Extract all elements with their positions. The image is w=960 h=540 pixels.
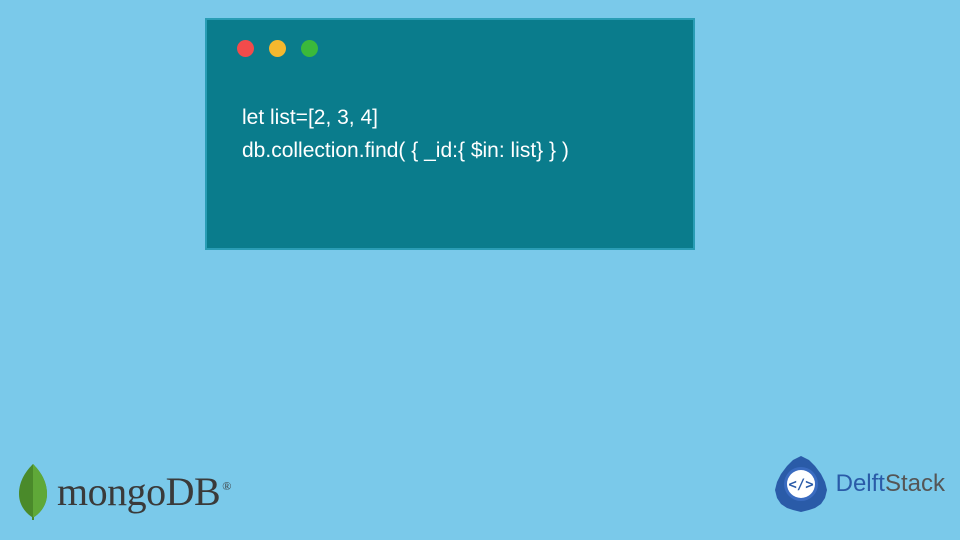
- stack-word: Stack: [885, 470, 945, 497]
- mongodb-logo: mongoDB®: [15, 462, 231, 520]
- window-controls: [207, 20, 693, 57]
- window-minimize-icon: [269, 40, 286, 57]
- window-close-icon: [237, 40, 254, 57]
- delft-word: Delft: [836, 470, 885, 497]
- code-line-1: let list=[2, 3, 4]: [242, 102, 658, 135]
- window-maximize-icon: [301, 40, 318, 57]
- mongodb-leaf-icon: [15, 462, 51, 520]
- mongodb-wordmark: mongoDB: [57, 469, 220, 514]
- delftstack-text: DelftStack: [836, 470, 945, 498]
- delftstack-icon: </>: [770, 453, 832, 515]
- svg-text:</>: </>: [788, 477, 813, 493]
- code-line-2: db.collection.find( { _id:{ $in: list} }…: [242, 135, 658, 168]
- code-window: let list=[2, 3, 4] db.collection.find( {…: [205, 18, 695, 250]
- mongodb-text: mongoDB®: [57, 468, 231, 515]
- delftstack-logo: </> DelftStack: [770, 453, 945, 515]
- code-content: let list=[2, 3, 4] db.collection.find( {…: [207, 57, 693, 167]
- trademark-symbol: ®: [222, 479, 231, 493]
